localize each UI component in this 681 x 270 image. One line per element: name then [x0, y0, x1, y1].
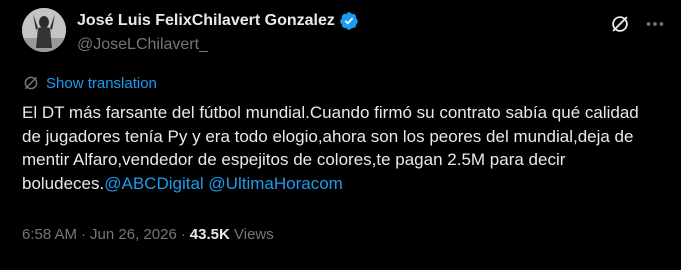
views-label: Views	[234, 226, 274, 243]
avatar[interactable]	[22, 8, 66, 52]
tweet-card: José Luis FelixChilavert Gonzalez @JoseL…	[0, 0, 681, 270]
mention-ultimahoracom[interactable]: @UltimaHoracom	[208, 174, 342, 193]
name-row: José Luis FelixChilavert Gonzalez	[77, 10, 611, 32]
meta-separator: ·	[180, 226, 186, 243]
show-translation-label[interactable]: Show translation	[46, 75, 157, 92]
tweet-header: José Luis FelixChilavert Gonzalez @JoseL…	[77, 10, 611, 54]
author-handle[interactable]: @JoseLChilavert_	[77, 36, 611, 54]
tweet-date[interactable]: Jun 26, 2026	[90, 226, 177, 243]
tweet-meta: 6:58 AM · Jun 26, 2026 · 43.5K Views	[22, 226, 274, 243]
avatar-image	[22, 8, 66, 52]
tweet-text: El DT más farsante del fútbol mundial.Cu…	[22, 101, 662, 195]
tweet-time[interactable]: 6:58 AM	[22, 226, 77, 243]
mention-abcdigital[interactable]: @ABCDigital	[104, 174, 203, 193]
display-name[interactable]: José Luis FelixChilavert Gonzalez	[77, 12, 335, 30]
more-options-icon[interactable]	[643, 12, 667, 36]
meta-separator: ·	[81, 226, 87, 243]
grok-icon[interactable]	[608, 12, 632, 36]
translate-icon	[22, 74, 40, 92]
verified-badge-icon[interactable]	[339, 11, 359, 31]
show-translation-link[interactable]: Show translation	[22, 74, 157, 92]
views-count[interactable]: 43.5K	[190, 226, 230, 243]
